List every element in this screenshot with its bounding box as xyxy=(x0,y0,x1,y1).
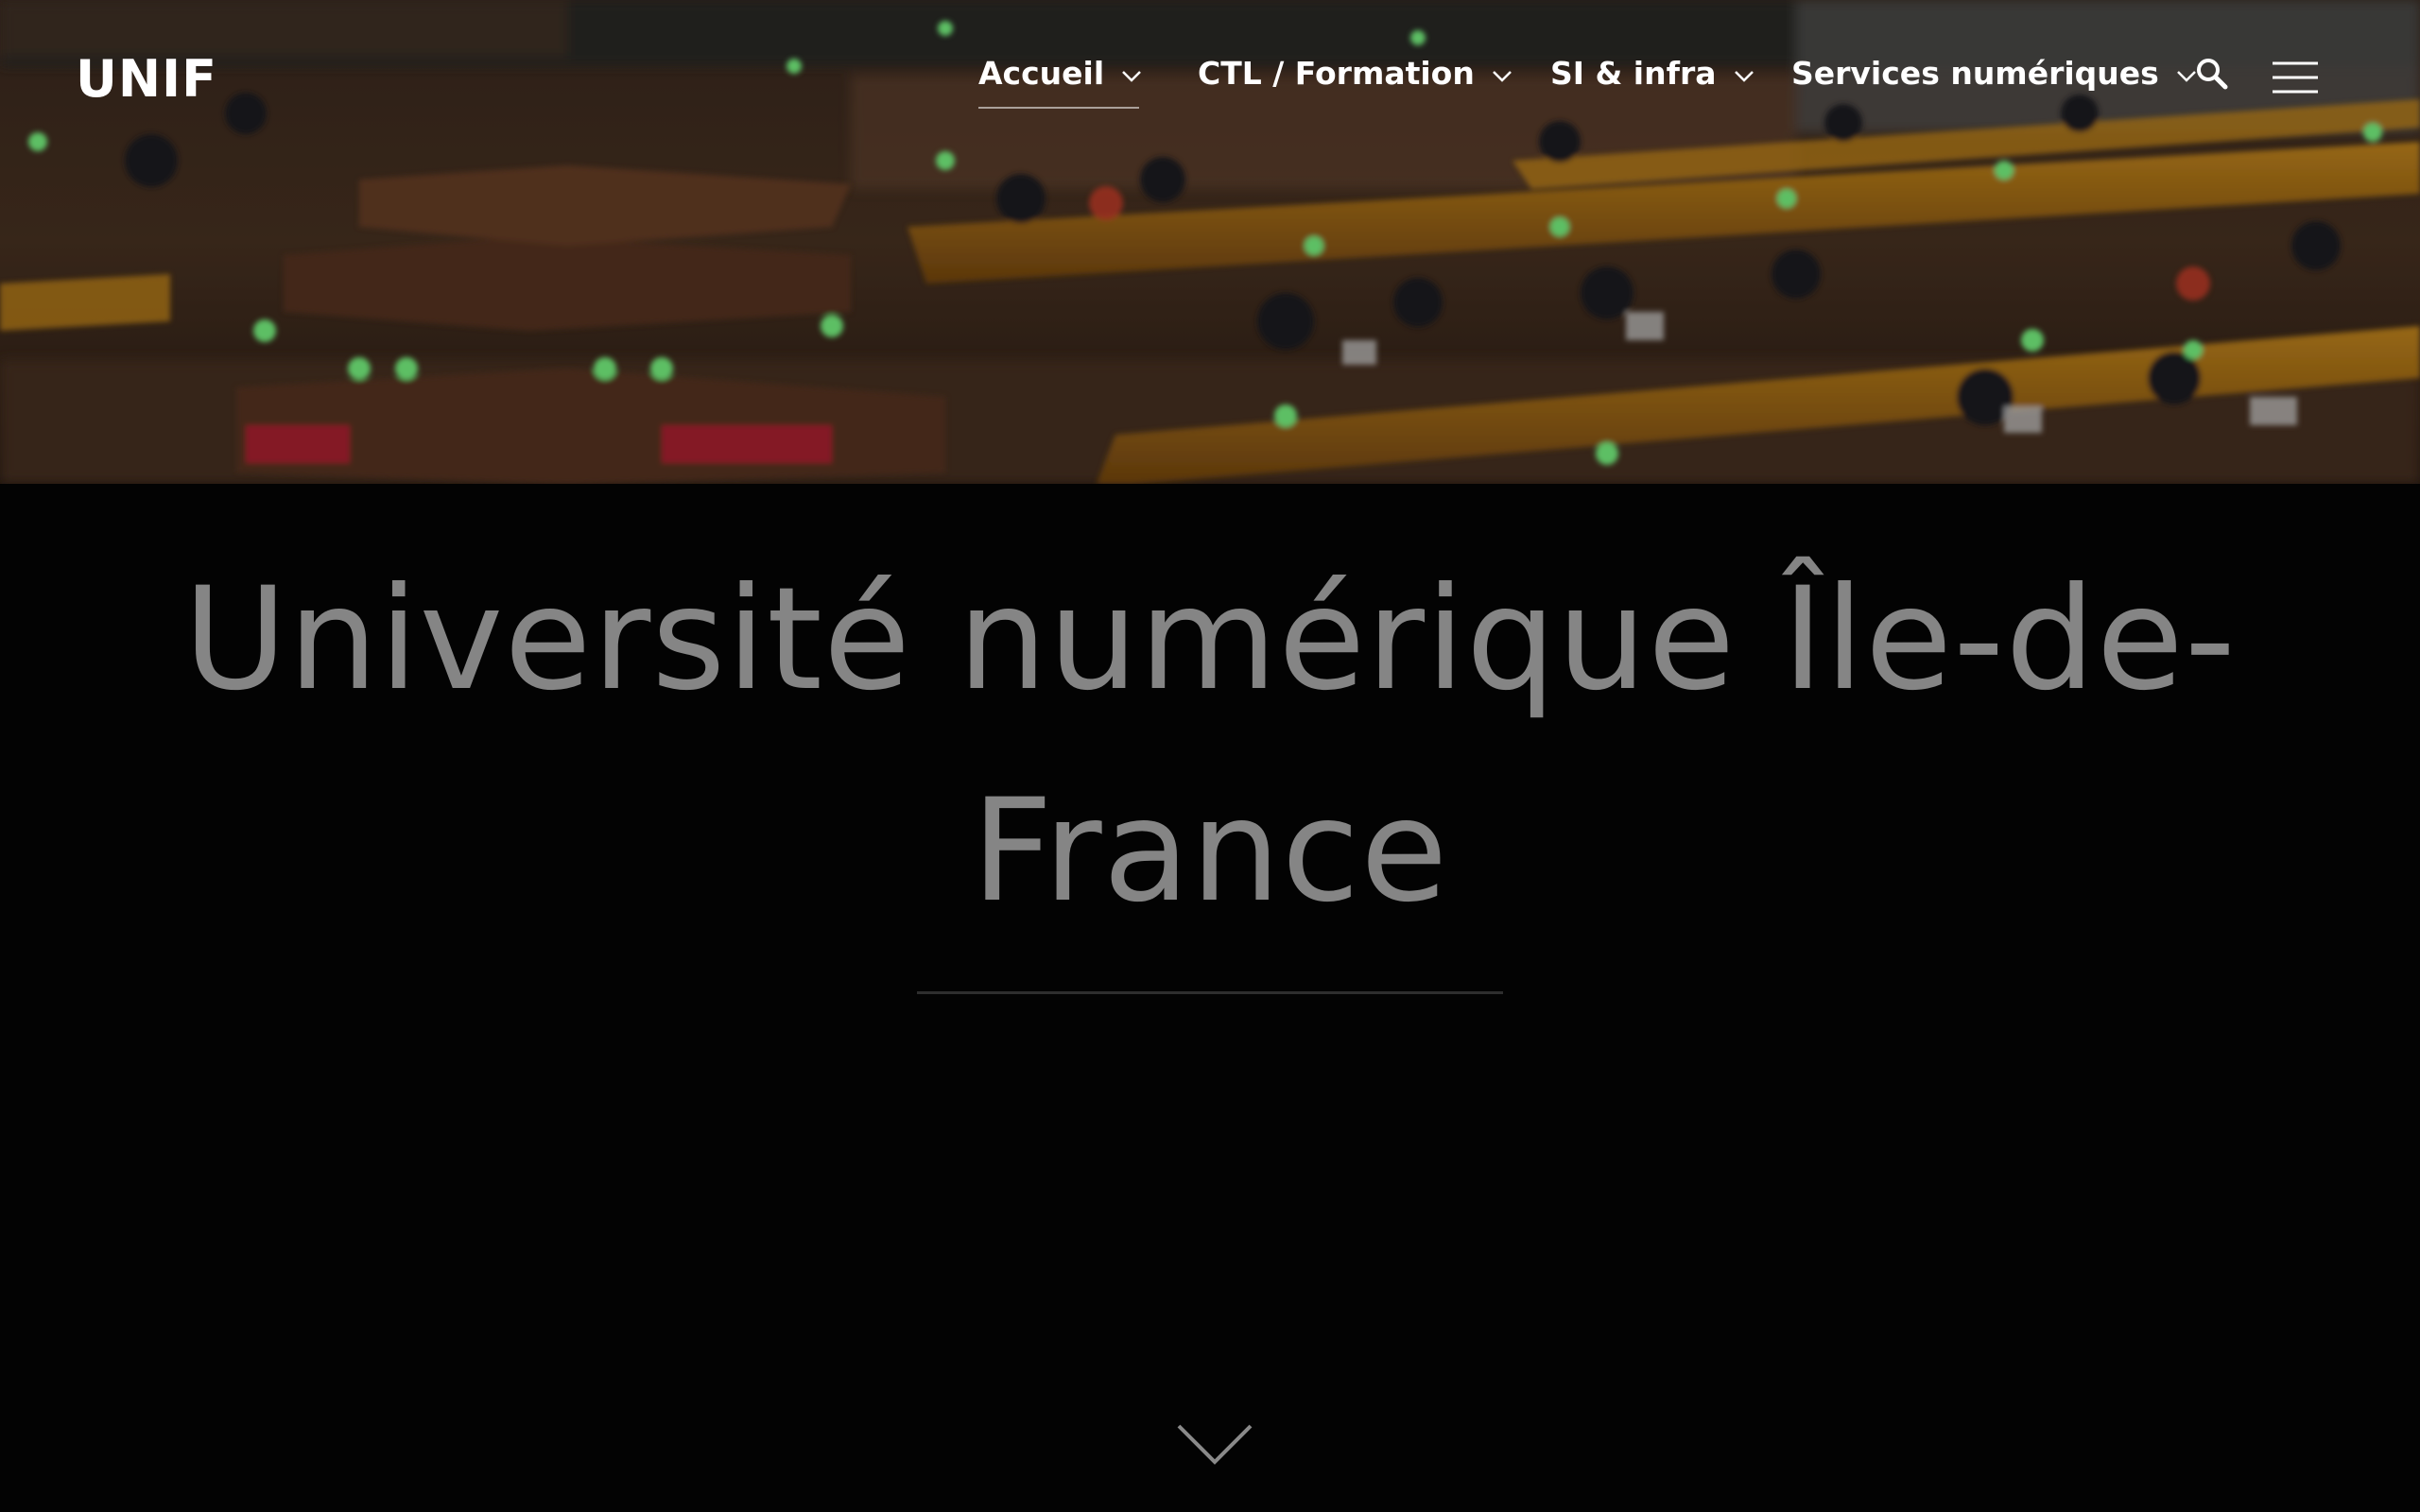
nav-item-label: SI & infra xyxy=(1550,55,1717,92)
title-divider xyxy=(917,991,1503,994)
page-title: Université numérique Île-de-France xyxy=(183,558,2237,934)
nav-item-accueil[interactable]: Accueil xyxy=(978,55,1142,92)
nav-item-label: Services numériques xyxy=(1791,55,2159,92)
site-header: UNIF Accueil CTL / Formation SI & infra … xyxy=(0,0,2420,161)
nav-item-label: Accueil xyxy=(978,55,1105,92)
chevron-down-icon xyxy=(1492,70,1512,82)
chevron-down-icon xyxy=(1177,1424,1253,1465)
nav-item-services-numeriques[interactable]: Services numériques xyxy=(1791,55,2197,92)
active-nav-underline xyxy=(978,107,1139,109)
scroll-down-button[interactable] xyxy=(1176,1423,1253,1467)
search-icon xyxy=(2197,59,2228,90)
hamburger-menu-icon xyxy=(2273,61,2318,94)
search-button[interactable] xyxy=(2195,57,2229,91)
nav-item-label: CTL / Formation xyxy=(1198,55,1475,92)
menu-button[interactable] xyxy=(2273,60,2318,94)
nav-item-ctl-formation[interactable]: CTL / Formation xyxy=(1198,55,1512,92)
nav-item-si-infra[interactable]: SI & infra xyxy=(1550,55,1754,92)
site-logo[interactable]: UNIF xyxy=(76,49,217,109)
chevron-down-icon xyxy=(2176,70,2196,82)
chevron-down-icon xyxy=(1734,70,1754,82)
chevron-down-icon xyxy=(1122,70,1142,82)
